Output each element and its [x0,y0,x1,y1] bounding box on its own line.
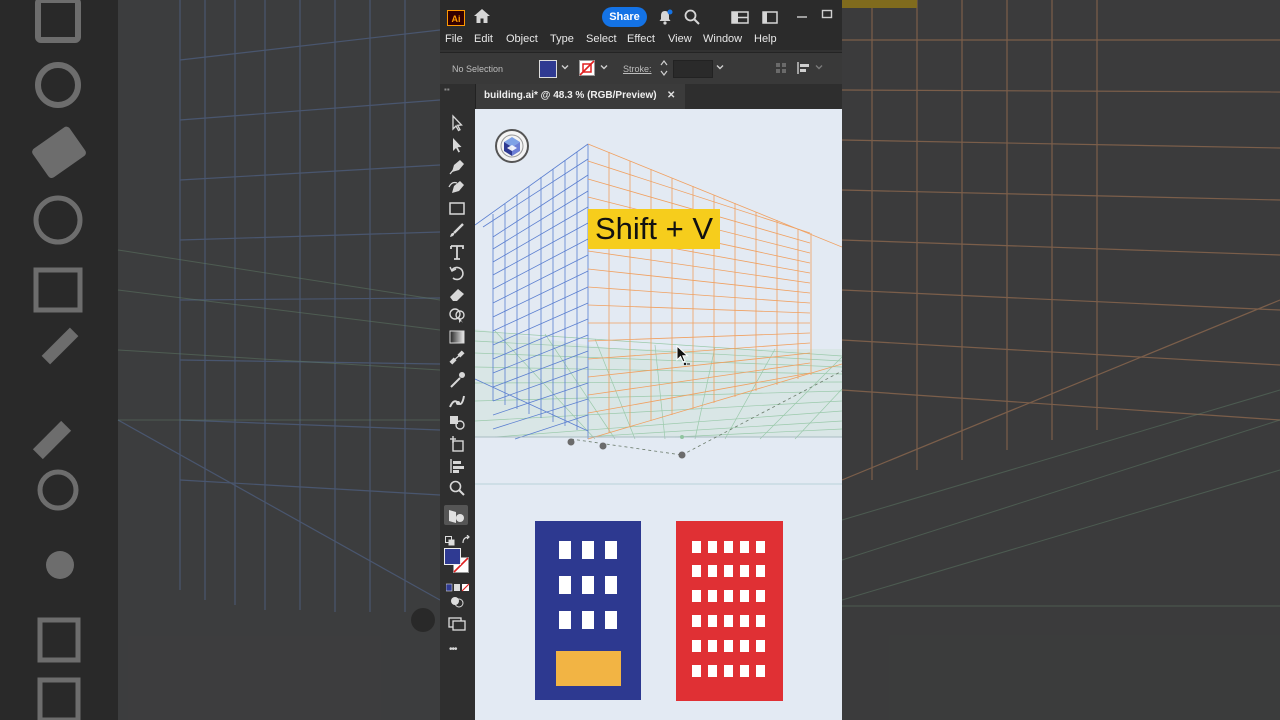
drawing-mode-icon[interactable] [450,595,464,613]
title-bar: Ai Share [440,0,842,32]
stroke-weight-stepper-icon[interactable] [659,58,669,80]
plane-switching-widget-icon[interactable] [494,128,530,169]
fill-color-icon[interactable] [444,548,461,565]
menu-window[interactable]: Window [703,33,742,45]
background-right-blur [842,0,1280,720]
zoom-tool-icon[interactable] [446,479,468,497]
illustrator-window: Ai Share File Edit Object Type Select Ef… [440,0,842,720]
column-graph-tool-icon[interactable] [446,457,468,475]
rotate-tool-icon[interactable] [446,264,468,282]
minimize-icon[interactable] [796,6,808,24]
swap-colors-icon[interactable] [461,532,471,550]
type-tool-icon[interactable] [446,243,468,261]
home-icon[interactable] [473,8,491,29]
document-tab-building[interactable]: building.ai* @ 48.3 % (RGB/Preview) ✕ [475,84,685,109]
arrange-documents-icon[interactable] [731,11,749,29]
share-button[interactable]: Share [602,7,647,27]
blue-building-door [556,651,621,686]
pen-tool-icon[interactable] [446,157,468,175]
direct-selection-tool-icon[interactable] [446,136,468,154]
tools-panel: ▪▪ ••• [440,84,476,720]
fill-dropdown-chevron-icon[interactable] [560,62,570,74]
paintbrush-tool-icon[interactable] [446,221,468,239]
mouse-cursor-icon [676,344,694,372]
artboard-tool-icon[interactable] [446,435,468,453]
curvature-tool-icon[interactable] [446,178,468,196]
red-building-windows [692,541,765,677]
perspective-grid-tool-icon[interactable] [444,505,468,525]
align-icon[interactable] [796,61,812,77]
maximize-icon[interactable] [821,6,833,24]
eyedropper-tool-icon[interactable] [446,371,468,389]
perspective-grid[interactable] [475,109,842,720]
align-chevron-icon[interactable] [814,62,824,74]
illustrator-logo: Ai [447,10,465,26]
menu-help[interactable]: Help [754,33,777,45]
red-building-artwork[interactable] [676,521,783,701]
document-tab-label: building.ai* @ 48.3 % (RGB/Preview) [484,90,657,101]
edit-toolbar-more-icon[interactable]: ••• [449,644,457,655]
stroke-label[interactable]: Stroke: [623,64,652,74]
selection-status: No Selection [452,64,504,74]
menu-file[interactable]: File [445,33,463,45]
stroke-dropdown-chevron-icon[interactable] [599,62,609,74]
blend-tool-icon[interactable] [446,349,468,367]
close-tab-icon[interactable]: ✕ [667,90,675,101]
menu-bar: File Edit Object Type Select Effect View… [440,32,842,50]
fill-color-swatch[interactable] [539,60,557,78]
panel-grip-icon: ▪▪ [444,85,450,94]
stroke-none-swatch-icon[interactable] [579,60,595,78]
blue-building-artwork[interactable] [535,521,641,700]
search-icon[interactable] [684,9,700,30]
eraser-tool-icon[interactable] [446,285,468,303]
recolor-icon[interactable] [775,62,787,76]
menu-effect[interactable]: Effect [627,33,655,45]
menu-view[interactable]: View [668,33,692,45]
menu-object[interactable]: Object [506,33,538,45]
gradient-tool-icon[interactable] [446,328,468,346]
menu-select[interactable]: Select [586,33,617,45]
workspace-switcher-icon[interactable] [762,11,778,29]
selection-tool-icon[interactable] [446,114,468,132]
background-left-blur [0,0,440,720]
rectangle-tool-icon[interactable] [446,200,468,218]
live-paint-tool-icon[interactable] [446,413,468,431]
artboard-canvas[interactable]: Shift + V [475,109,842,720]
document-tabs: building.ai* @ 48.3 % (RGB/Preview) ✕ [475,84,842,109]
menu-type[interactable]: Type [550,33,574,45]
notifications-bell-icon[interactable] [657,9,673,30]
stroke-weight-chevron-icon[interactable] [715,62,725,74]
keyboard-shortcut-label: Shift + V [588,209,721,249]
control-bar: No Selection Stroke: [440,52,842,86]
stroke-weight-input[interactable] [673,60,713,78]
screen-mode-icon[interactable] [448,617,466,636]
menu-edit[interactable]: Edit [474,33,493,45]
shape-builder-tool-icon[interactable] [446,306,468,324]
puppet-warp-tool-icon[interactable] [446,392,468,410]
